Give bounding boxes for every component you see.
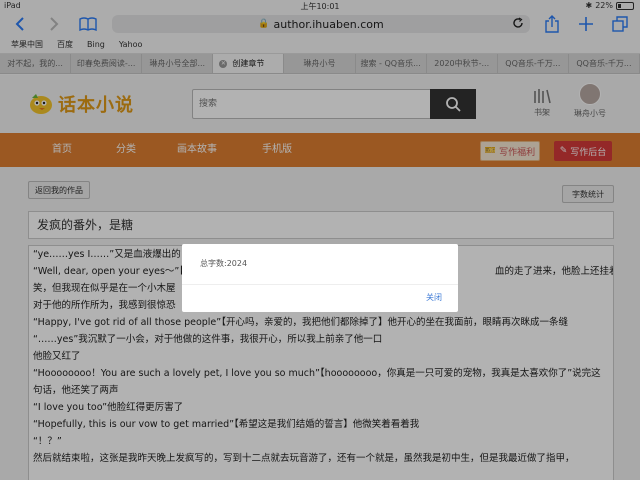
dialog-divider — [182, 284, 458, 285]
word-count-dialog: 总字数:2024 关闭 — [182, 244, 458, 312]
word-count-message: 总字数:2024 — [200, 259, 248, 268]
dialog-close-button[interactable]: 关闭 — [426, 292, 442, 303]
modal-overlay — [0, 0, 640, 480]
